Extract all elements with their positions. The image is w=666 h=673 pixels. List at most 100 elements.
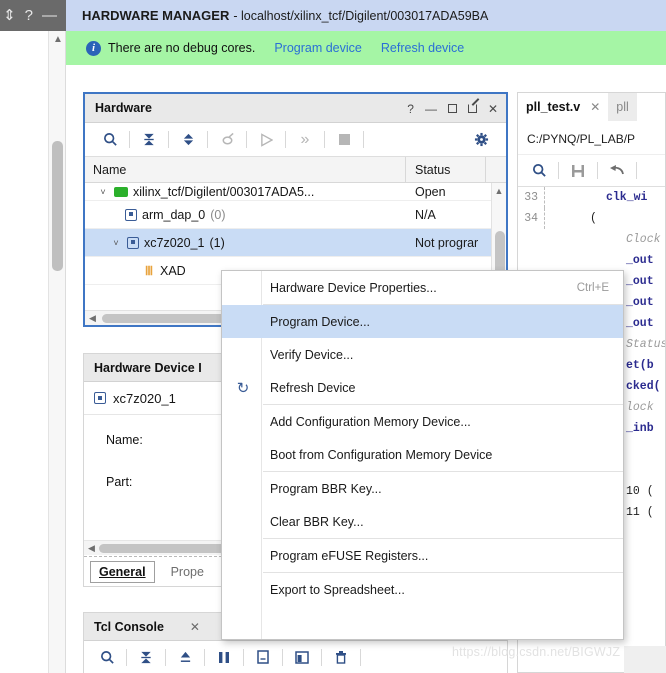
toolbar-separator xyxy=(324,131,325,148)
bottom-right-strip xyxy=(624,646,666,673)
toolbar-separator xyxy=(285,131,286,148)
chevron-down-icon[interactable]: ˅ xyxy=(97,187,109,197)
tab-pll-test-v[interactable]: pll_test.v ✕ xyxy=(518,93,609,123)
code-line: _inb xyxy=(624,418,665,439)
code-line: Clock xyxy=(624,229,665,250)
scroll-up-icon[interactable]: ▲ xyxy=(492,183,506,198)
resize-icon[interactable]: ⇕ xyxy=(3,8,16,23)
stop-icon[interactable] xyxy=(329,127,359,153)
device-properties-title: Hardware Device I xyxy=(94,360,202,375)
tab-properties[interactable]: Prope xyxy=(163,562,212,582)
editor-toolbar xyxy=(518,155,665,187)
menu-item-program-bbr-key[interactable]: Program BBR Key... xyxy=(222,472,623,505)
search-icon[interactable] xyxy=(524,158,554,184)
toolbar-separator xyxy=(636,162,637,179)
hardware-tree-columns: Name Status xyxy=(85,157,506,183)
scrollbar-thumb[interactable] xyxy=(52,141,63,271)
scroll-left-icon[interactable]: ◀ xyxy=(85,313,100,324)
toolbar-separator xyxy=(360,648,361,666)
tree-row-label: arm_dap_0 xyxy=(142,207,206,222)
code-text: clk_wi xyxy=(606,191,648,204)
hardware-panel-header: Hardware ? — ✕ xyxy=(85,94,506,123)
run-icon[interactable] xyxy=(251,127,281,153)
code-line: lock xyxy=(624,397,665,418)
menu-item-boot-from-configuration-memory-device[interactable]: Boot from Configuration Memory Device xyxy=(222,438,623,471)
tcl-console-title: Tcl Console xyxy=(94,619,164,634)
close-icon[interactable]: ✕ xyxy=(190,620,200,634)
float-icon[interactable] xyxy=(467,104,477,113)
menu-item-add-configuration-memory-device[interactable]: Add Configuration Memory Device... xyxy=(222,405,623,438)
menu-item-label: Program BBR Key... xyxy=(270,481,382,496)
menu-item-clear-bbr-key[interactable]: Clear BBR Key... xyxy=(222,505,623,538)
table-row[interactable]: ˅ xc7z020_1 (1) Not prograr xyxy=(85,229,506,257)
collapse-all-icon[interactable] xyxy=(134,127,164,153)
table-row[interactable]: ˅ xilinx_tcf/Digilent/003017ADA5... Open xyxy=(85,183,506,201)
search-icon[interactable] xyxy=(95,127,125,153)
menu-item-program-efuse-registers[interactable]: Program eFUSE Registers... xyxy=(222,539,623,572)
code-text: Clock xyxy=(626,233,661,246)
step-icon[interactable]: » xyxy=(290,127,320,153)
menu-item-export-to-spreadsheet[interactable]: Export to Spreadsheet... xyxy=(222,573,623,606)
expand-icon[interactable] xyxy=(170,644,200,670)
column-header-status[interactable]: Status xyxy=(405,163,450,177)
menu-item-program-device[interactable]: Program Device... xyxy=(222,305,623,338)
collapse-icon[interactable] xyxy=(131,644,161,670)
chevron-down-icon[interactable]: ˅ xyxy=(110,238,122,248)
copy-icon[interactable] xyxy=(248,644,278,670)
scroll-left-icon[interactable]: ◀ xyxy=(84,543,99,554)
code-line: _out xyxy=(624,292,665,313)
undo-icon[interactable] xyxy=(602,158,632,184)
code-line: cked( xyxy=(624,376,665,397)
help-icon[interactable]: ? xyxy=(407,103,414,115)
tab-general[interactable]: General xyxy=(90,560,155,583)
chip-icon xyxy=(127,236,139,249)
save-icon[interactable] xyxy=(563,158,593,184)
menu-item-label: Program eFUSE Registers... xyxy=(270,548,429,563)
help-icon[interactable]: ? xyxy=(25,8,33,23)
chip-icon xyxy=(94,392,106,404)
trash-icon[interactable] xyxy=(326,644,356,670)
close-icon[interactable]: ✕ xyxy=(488,103,498,115)
scroll-up-icon[interactable]: ▲ xyxy=(49,31,67,48)
tcl-console-toolbar xyxy=(84,641,507,673)
window-icon[interactable] xyxy=(287,644,317,670)
toolbar-separator xyxy=(597,162,598,179)
chip-icon xyxy=(125,208,137,221)
tree-row-index: (0) xyxy=(210,207,226,222)
hardware-panel-header-buttons: ? — ✕ xyxy=(407,94,498,123)
close-icon[interactable]: ✕ xyxy=(590,100,600,114)
unlink-icon[interactable] xyxy=(212,127,242,153)
server-green-icon xyxy=(114,186,128,197)
column-header-name[interactable]: Name xyxy=(85,163,405,177)
pause-icon[interactable] xyxy=(209,644,239,670)
menu-item-hardware-device-properties[interactable]: Hardware Device Properties... Ctrl+E xyxy=(222,271,623,304)
tree-row-status: N/A xyxy=(415,207,436,222)
menu-item-label: Program Device... xyxy=(270,314,371,329)
menu-item-refresh-device[interactable]: ↻ Refresh Device xyxy=(222,371,623,404)
code-line: 10 ( xyxy=(624,481,665,502)
settings-gear-icon[interactable] xyxy=(466,127,496,153)
menu-item-label: Verify Device... xyxy=(270,347,354,362)
code-line: _out xyxy=(624,271,665,292)
column-divider[interactable] xyxy=(485,157,486,183)
menu-item-verify-device[interactable]: Verify Device... xyxy=(222,338,623,371)
scrollbar-thumb[interactable] xyxy=(495,231,505,275)
refresh-device-link[interactable]: Refresh device xyxy=(381,41,464,55)
program-device-link[interactable]: Program device xyxy=(274,41,362,55)
table-row[interactable]: arm_dap_0 (0) N/A xyxy=(85,201,506,229)
watermark: https://blog.csdn.net/BIGWJZ xyxy=(452,645,621,659)
info-icon: i xyxy=(86,40,101,56)
toolbar-separator xyxy=(246,131,247,148)
left-vertical-scrollbar[interactable]: ▲ xyxy=(48,31,66,673)
minimize-icon[interactable]: — xyxy=(42,8,57,23)
hardware-toolbar: » xyxy=(85,123,506,157)
device-context-menu: Hardware Device Properties... Ctrl+E Pro… xyxy=(221,270,624,640)
minimize-icon[interactable]: — xyxy=(425,103,437,115)
column-divider[interactable] xyxy=(405,157,406,183)
xadc-icon: Ⅲ xyxy=(144,263,154,278)
expand-all-icon[interactable] xyxy=(173,127,203,153)
maximize-icon[interactable] xyxy=(447,104,457,113)
search-icon[interactable] xyxy=(92,644,122,670)
menu-item-label: Export to Spreadsheet... xyxy=(270,582,405,597)
tab-pll-secondary[interactable]: pll xyxy=(608,93,637,123)
